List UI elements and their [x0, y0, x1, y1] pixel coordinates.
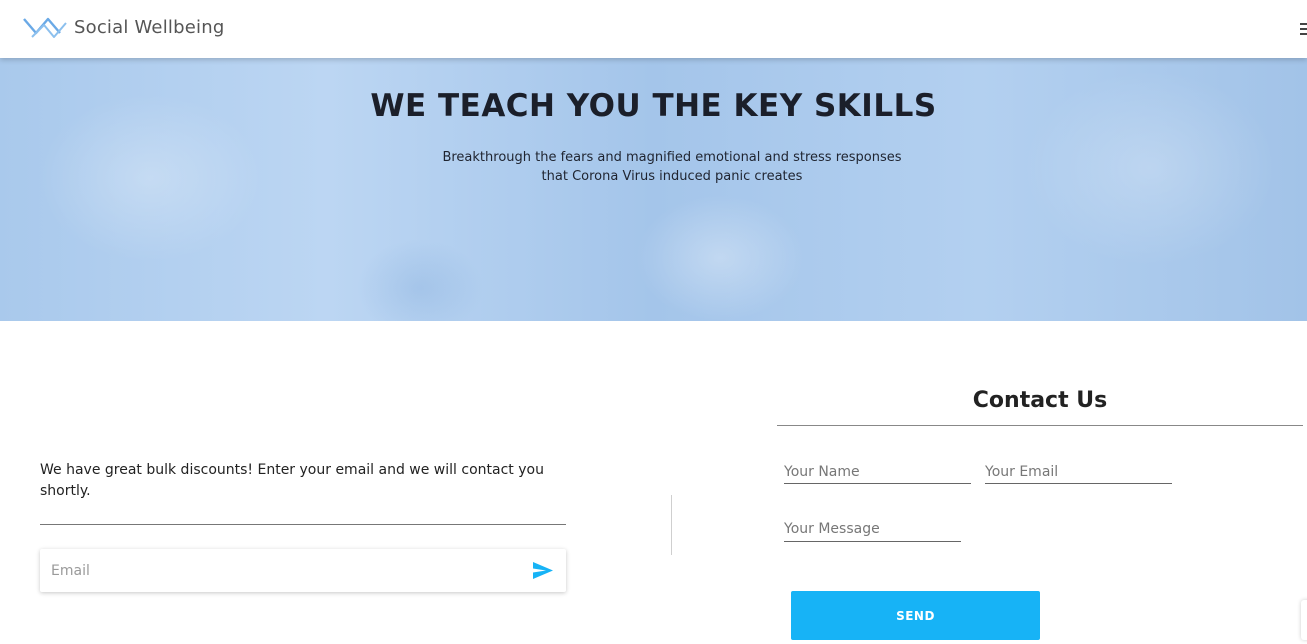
contact-title: Contact Us	[972, 388, 1108, 413]
side-widget-tab[interactable]	[1301, 600, 1307, 640]
vertical-divider	[671, 495, 672, 555]
hero-banner: WE TEACH YOU THE KEY SKILLS Breakthrough…	[0, 58, 1307, 321]
sw-logo-icon[interactable]	[22, 13, 68, 43]
brand-name[interactable]: Social Wellbeing	[74, 17, 224, 38]
hero-title: WE TEACH YOU THE KEY SKILLS	[370, 88, 937, 124]
hamburger-menu-icon[interactable]	[1300, 23, 1307, 35]
send-arrow-icon[interactable]	[532, 561, 554, 580]
email-input[interactable]	[40, 549, 520, 592]
email-field[interactable]	[985, 460, 1172, 484]
email-subscribe-box	[40, 549, 566, 592]
hero-subtitle: Breakthrough the fears and magnified emo…	[442, 150, 902, 184]
navbar: Social Wellbeing	[0, 0, 1307, 58]
name-field[interactable]	[784, 460, 971, 484]
discount-text: We have great bulk discounts! Enter your…	[40, 462, 544, 499]
divider	[40, 524, 566, 525]
send-button[interactable]: SEND	[791, 591, 1040, 640]
message-field[interactable]	[784, 517, 961, 542]
divider	[777, 425, 1303, 426]
